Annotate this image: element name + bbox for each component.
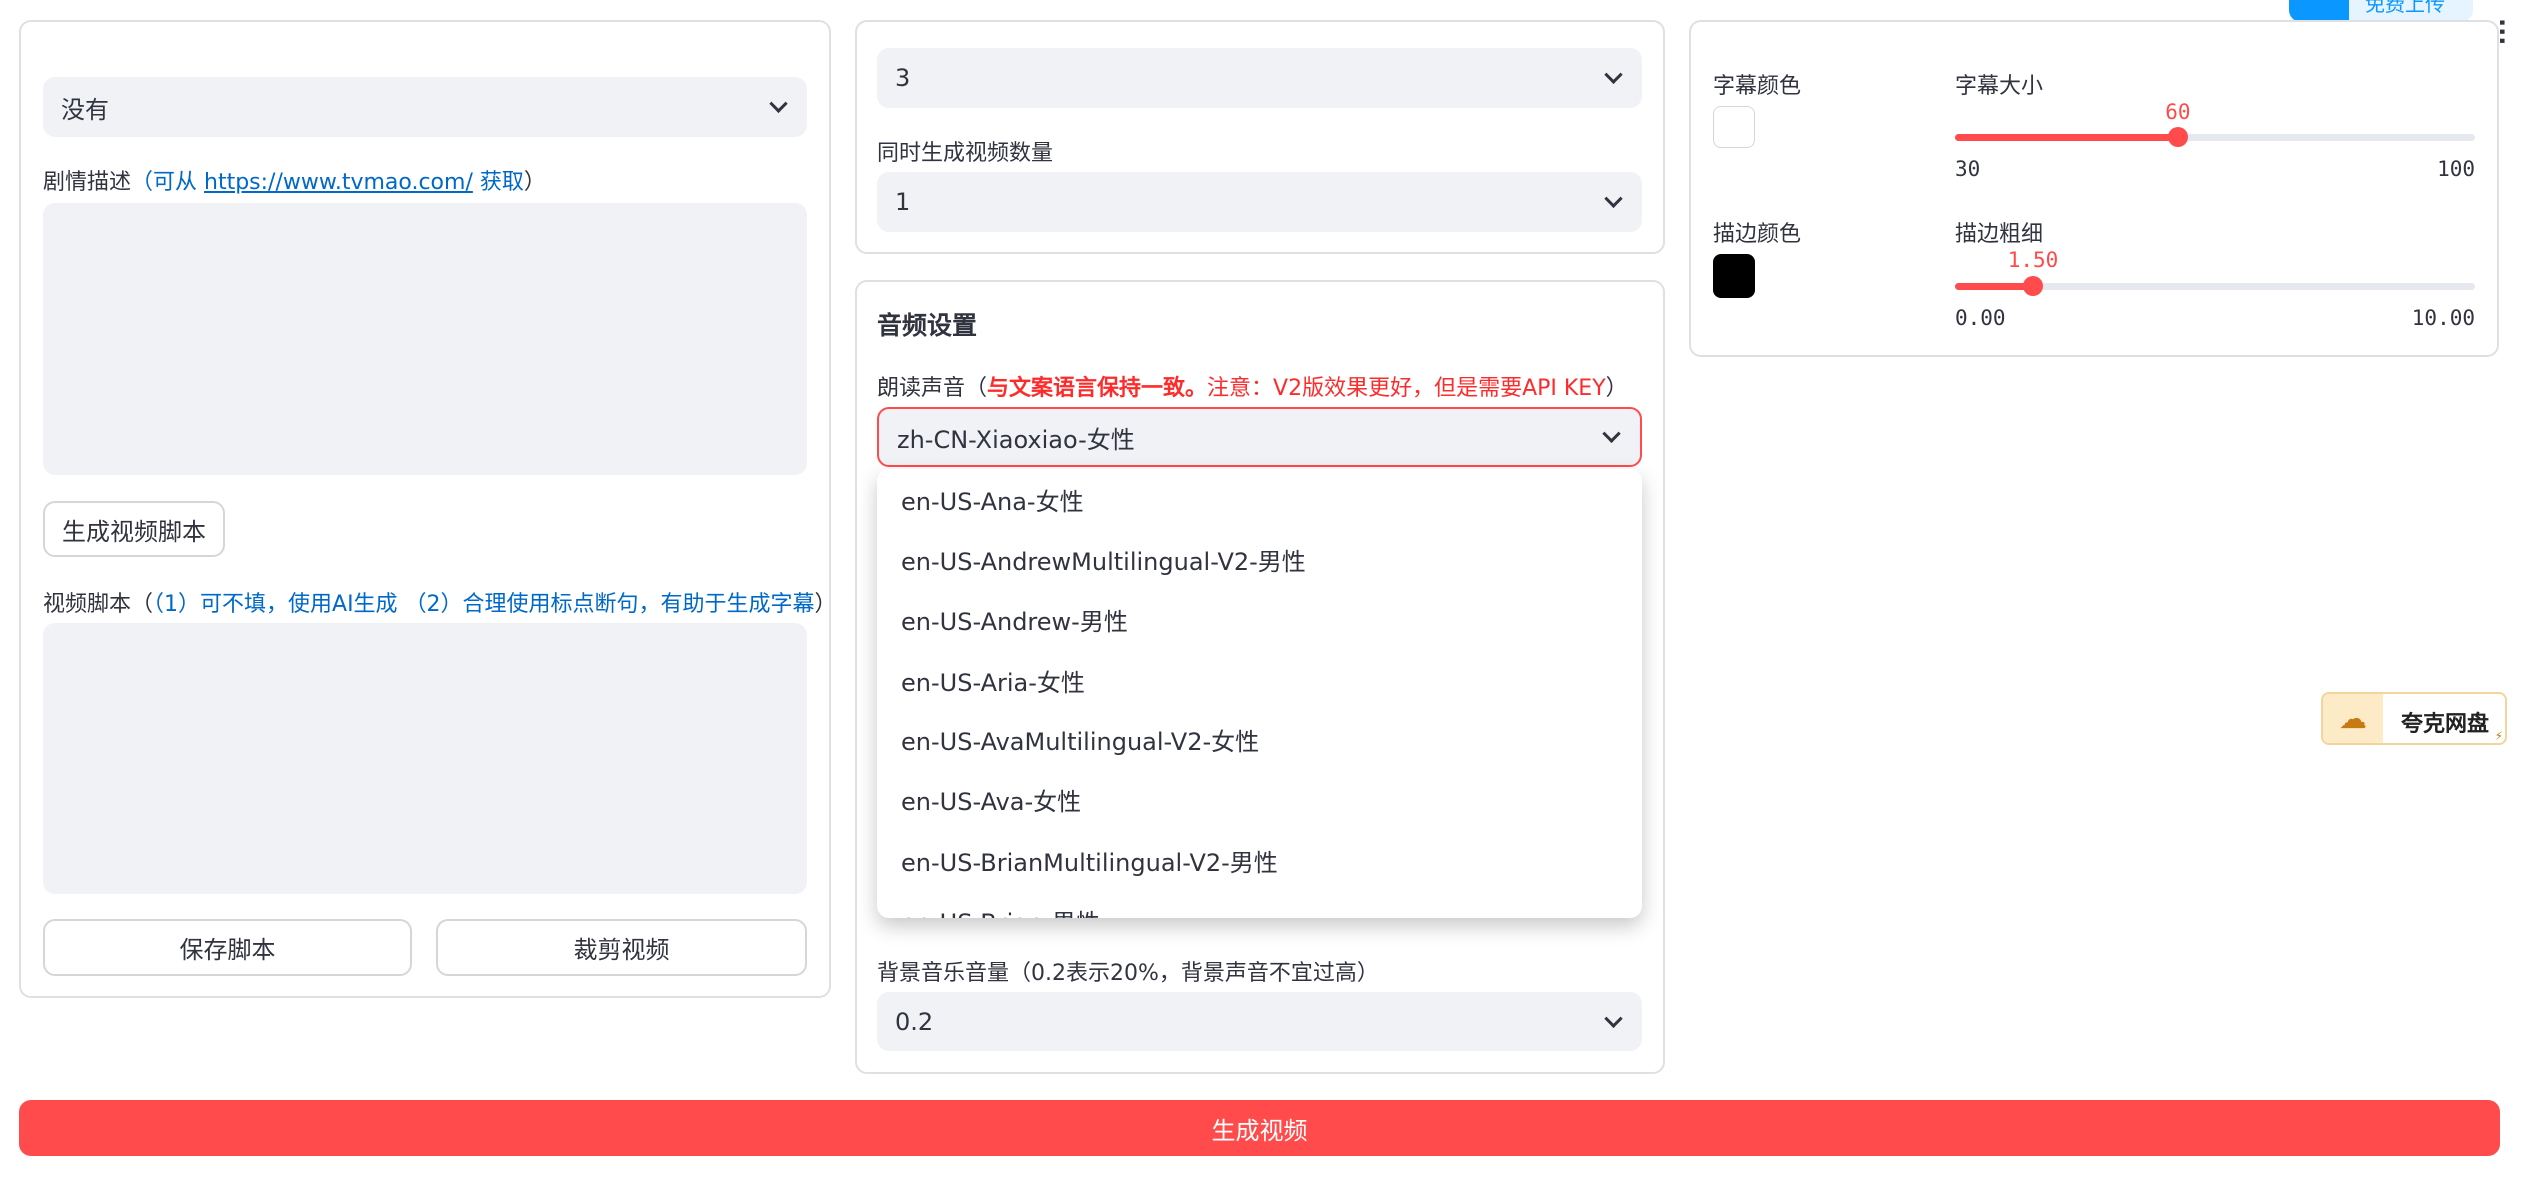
language-select-value: 没有 [61, 95, 109, 124]
voice-option[interactable]: en-US-Aria-女性 [901, 663, 1085, 698]
cloud-icon: ☁ [2323, 694, 2383, 743]
plot-textarea[interactable] [43, 203, 807, 475]
script-label: 视频脚本（（1）可不填，使用AI生成 （2）合理使用标点断句，有助于生成字幕） [43, 592, 837, 617]
voice-select[interactable]: zh-CN-Xiaoxiao-女性 [877, 407, 1642, 467]
bgm-volume-label: 背景音乐音量（0.2表示20%，背景声音不宜过高） [877, 961, 1379, 986]
chevron-down-icon [1604, 189, 1623, 208]
font-size-value: 60 [2165, 100, 2191, 124]
bgm-volume-select[interactable]: 0.2 [877, 992, 1642, 1051]
audio-title: 音频设置 [877, 311, 978, 340]
voice-option[interactable]: en-US-BrianMultilingual-V2-男性 [901, 843, 1278, 878]
tvmao-link[interactable]: https://www.tvmao.com/ [204, 170, 473, 195]
kebab-menu-icon[interactable]: ··· [2488, 18, 2516, 45]
cloud-upload-icon [2289, 0, 2349, 22]
script-textarea[interactable] [43, 623, 807, 894]
font-size-max: 100 [2437, 157, 2475, 181]
font-size-label: 字幕大小 [1955, 74, 2044, 99]
font-size-slider[interactable] [1955, 127, 2475, 147]
voice-option[interactable]: en-US-AvaMultilingual-V2-女性 [901, 722, 1259, 757]
language-select[interactable]: 没有 [43, 77, 807, 137]
chevron-down-icon [1602, 424, 1621, 443]
font-color-label: 字幕颜色 [1713, 74, 1802, 99]
quark-drive-badge[interactable]: ☁ 夸克网盘 ⚡ [2321, 692, 2507, 745]
voice-option[interactable]: en-US-Brian-男性 [901, 903, 1100, 918]
upload-badge-label: 免费上传 [2365, 0, 2445, 16]
voice-label: 朗读声音（与文案语言保持一致。注意：V2版效果更好，但是需要API KEY） [877, 376, 1628, 401]
generate-script-button[interactable]: 生成视频脚本 [43, 501, 225, 557]
slider-thumb[interactable] [2167, 127, 2188, 147]
slider-thumb[interactable] [2023, 276, 2043, 296]
lightning-icon: ⚡ [2494, 729, 2503, 743]
concurrent-label: 同时生成视频数量 [877, 141, 1054, 166]
stroke-max: 10.00 [2411, 306, 2475, 330]
quark-label: 夸克网盘 [2401, 712, 2490, 737]
slider-fill [1955, 283, 2033, 290]
plot-label: 剧情描述（可从 https://www.tvmao.com/ 获取） [43, 170, 546, 195]
stroke-width-value: 1.50 [2007, 248, 2059, 272]
stroke-color-label: 描边颜色 [1713, 222, 1802, 247]
select-value: zh-CN-Xiaoxiao-女性 [897, 425, 1135, 454]
voice-dropdown-list[interactable]: en-US-Ana-女性 en-US-AndrewMultilingual-V2… [877, 469, 1642, 918]
stroke-color-swatch[interactable] [1713, 254, 1755, 298]
voice-option[interactable]: en-US-Andrew-男性 [901, 602, 1128, 637]
video-count-select[interactable]: 3 [877, 48, 1642, 108]
font-color-swatch[interactable] [1713, 106, 1755, 148]
voice-option[interactable]: en-US-Ana-女性 [901, 482, 1084, 517]
save-script-button[interactable]: 保存脚本 [43, 919, 412, 976]
slider-fill [1955, 134, 2178, 141]
voice-option[interactable]: en-US-Ava-女性 [901, 782, 1081, 817]
stroke-width-slider[interactable] [1955, 276, 2475, 296]
select-value: 3 [895, 64, 911, 92]
chevron-down-icon [1604, 65, 1623, 84]
concurrent-select[interactable]: 1 [877, 172, 1642, 232]
voice-option[interactable]: en-US-AndrewMultilingual-V2-男性 [901, 542, 1306, 577]
chevron-down-icon [1604, 1009, 1623, 1028]
font-size-min: 30 [1955, 157, 1981, 181]
subtitle-settings-card [1689, 20, 2499, 357]
generate-video-button[interactable]: 生成视频 [19, 1100, 2500, 1156]
chevron-down-icon [769, 94, 788, 113]
cut-video-button[interactable]: 裁剪视频 [436, 919, 807, 976]
stroke-width-label: 描边粗细 [1955, 222, 2044, 247]
select-value: 0.2 [895, 1007, 934, 1036]
select-value: 1 [895, 188, 911, 216]
stroke-min: 0.00 [1955, 306, 2006, 330]
